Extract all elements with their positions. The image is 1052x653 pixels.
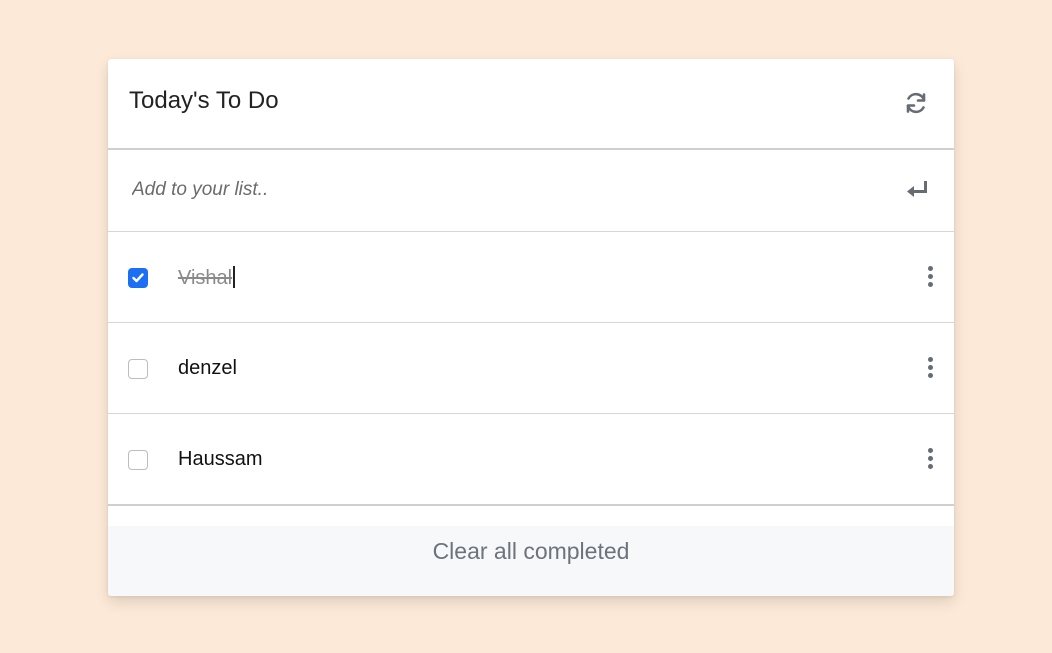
list-item: denzel [108, 323, 954, 414]
add-todo-input[interactable] [132, 168, 892, 212]
todo-list: Vishal denzel Haussam [108, 232, 954, 506]
todo-checkbox[interactable] [128, 268, 148, 288]
text-cursor [233, 266, 236, 288]
todo-text[interactable]: Haussam [178, 448, 262, 471]
list-item: Haussam [108, 414, 954, 506]
clear-completed-label: Clear all completed [432, 538, 630, 564]
todo-checkbox[interactable] [128, 359, 148, 379]
list-item: Vishal [108, 232, 954, 323]
more-options-icon[interactable] [922, 448, 938, 472]
refresh-icon[interactable] [904, 91, 928, 115]
add-row [108, 150, 954, 232]
todo-text[interactable]: denzel [178, 357, 237, 380]
todo-card: Today's To Do Vi [108, 59, 954, 596]
todo-checkbox[interactable] [128, 450, 148, 470]
more-options-icon[interactable] [922, 357, 938, 381]
card-header: Today's To Do [108, 59, 954, 150]
todo-text-wrapper[interactable]: Vishal [178, 266, 236, 290]
todo-text: Vishal [178, 267, 233, 289]
enter-icon[interactable] [906, 178, 930, 200]
page-title: Today's To Do [129, 87, 279, 114]
clear-completed-button[interactable]: Clear all completed [108, 526, 954, 596]
more-options-icon[interactable] [922, 266, 938, 290]
